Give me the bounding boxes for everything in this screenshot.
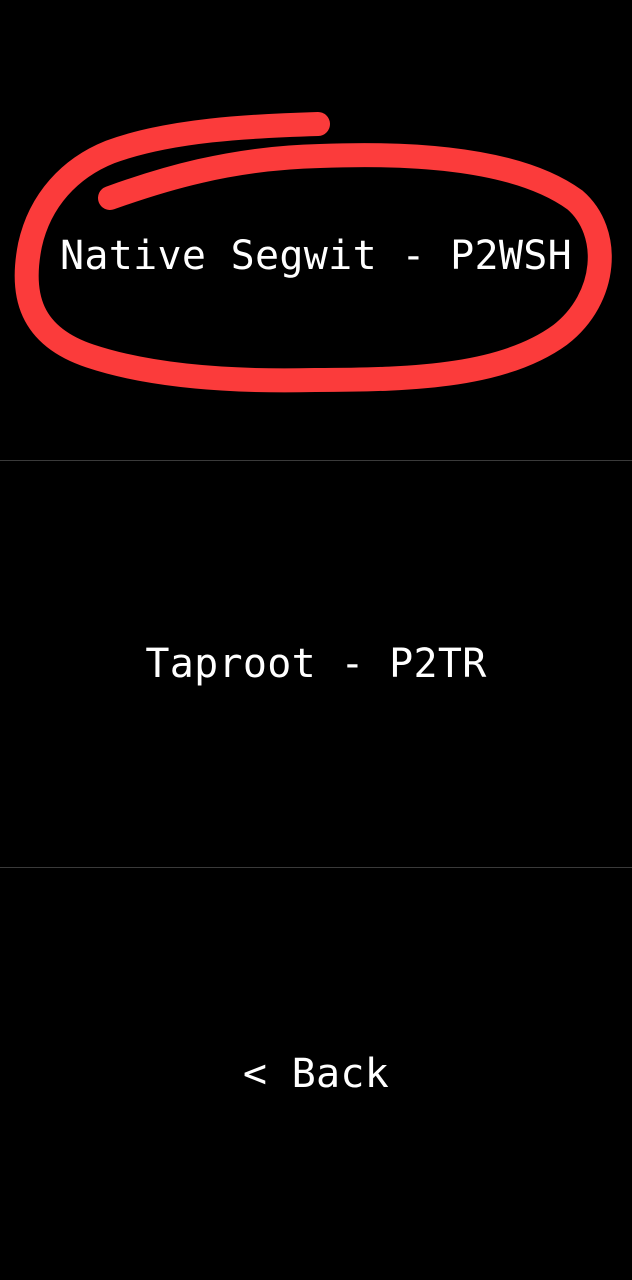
menu-item-native-segwit[interactable]: Native Segwit - P2WSH [0,0,632,460]
back-button[interactable]: < Back [0,868,632,1280]
script-type-menu-screen: Native Segwit - P2WSH Taproot - P2TR < B… [0,0,632,1280]
menu-item-taproot[interactable]: Taproot - P2TR [0,461,632,867]
menu-item-label: Native Segwit - P2WSH [59,233,573,279]
back-button-label: < Back [242,1051,390,1097]
menu-item-label: Taproot - P2TR [145,641,487,687]
